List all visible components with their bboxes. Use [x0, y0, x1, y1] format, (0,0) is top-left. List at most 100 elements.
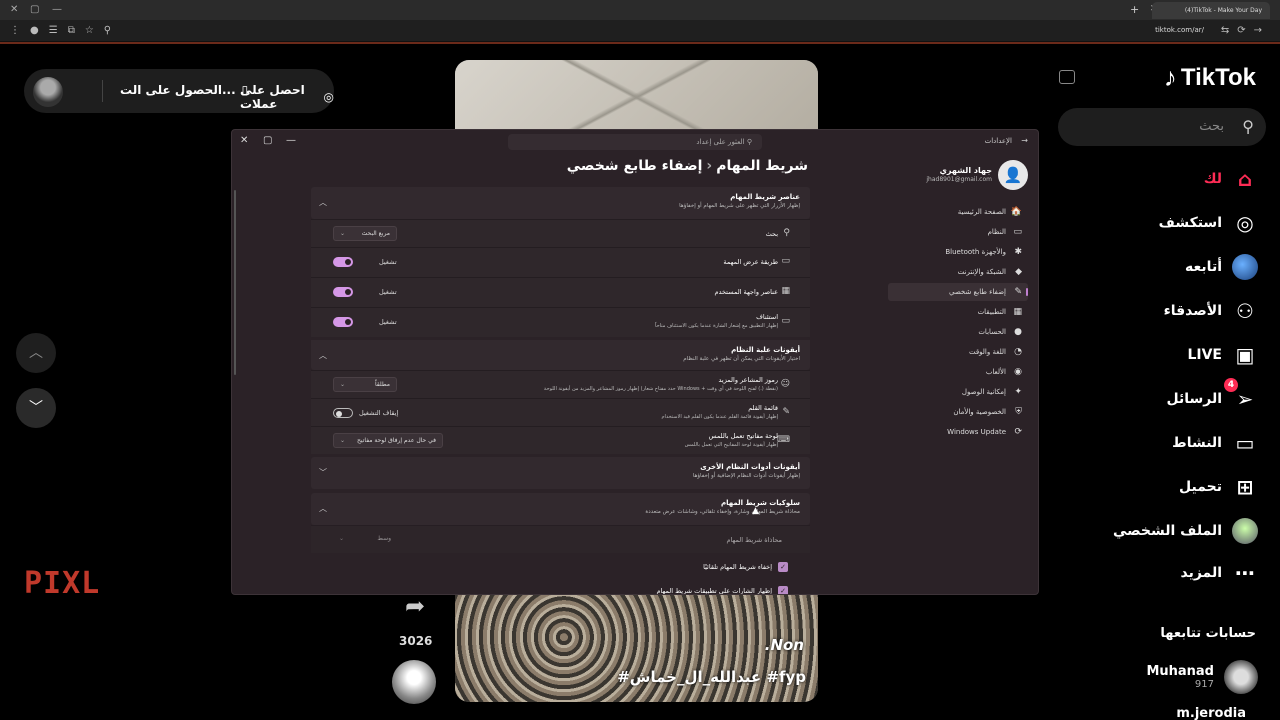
- setting-description: إظهار التطبيق مع إشعار الشارة عندما يكون…: [655, 323, 778, 329]
- search-input[interactable]: ⚲ بحث: [1058, 108, 1266, 146]
- settings-nav-system[interactable]: النظام ▭: [888, 223, 1028, 241]
- nav-live[interactable]: LIVE ▣: [1187, 340, 1258, 370]
- avatar[interactable]: [33, 77, 63, 107]
- navigation-icons[interactable]: ⇆⟳→: [1221, 25, 1270, 36]
- tiktok-logo[interactable]: ♪ TikTok: [1164, 62, 1256, 93]
- settings-nav-windows-update[interactable]: Windows Update ⟳: [888, 423, 1028, 441]
- nav-label: أتابعه: [1185, 259, 1222, 275]
- setting-label: محاذاة شريط المهام: [726, 536, 782, 544]
- get-app-button[interactable]: الحصول على الت... ▯: [120, 83, 248, 97]
- nav-upload[interactable]: تحميل ⊞: [1179, 472, 1258, 502]
- settings-nav-network[interactable]: الشبكة والإنترنت ◆: [888, 263, 1028, 281]
- settings-nav-bluetooth[interactable]: Bluetooth والأجهزة ✱: [888, 243, 1028, 261]
- touch-keyboard-row: ⌨ لوحة مفاتيح تعمل باللمس إظهار أيقونة ل…: [311, 426, 810, 454]
- nav-more[interactable]: المزيد ⋯: [1181, 558, 1259, 588]
- new-tab-button[interactable]: +: [1130, 3, 1139, 16]
- nav-profile[interactable]: الملف الشخصي: [1113, 516, 1258, 546]
- monitor-icon: ▭: [1013, 227, 1022, 237]
- settings-nav-gaming[interactable]: الألعاب ◉: [888, 363, 1028, 381]
- toggle-state: تشغيل: [379, 288, 397, 296]
- setting-label: قائمة القلم: [748, 404, 778, 412]
- section-subtitle: إظهار أيقونات أدوات النظام الإضافية أو إ…: [692, 473, 800, 479]
- settings-nav-accounts[interactable]: الحسابات ●: [888, 323, 1028, 341]
- settings-nav-personalization[interactable]: إضفاء طابع شخصي ✎: [888, 283, 1028, 301]
- close-icon[interactable]: ✕: [240, 135, 248, 146]
- collapse-sidebar-icon[interactable]: [1059, 70, 1075, 84]
- followed-account[interactable]: Muhanad 917: [1146, 660, 1258, 694]
- avatar: [1224, 660, 1258, 694]
- user-account[interactable]: 👤 جهاد الشهري jhad8901@gmail.com: [898, 160, 1028, 190]
- share-count: 3026: [399, 634, 433, 648]
- settings-nav-privacy[interactable]: الخصوصية والأمان ⛨: [888, 403, 1028, 421]
- chevron-up-icon[interactable]: ︿: [319, 350, 327, 361]
- auto-hide-checkbox[interactable]: ✓: [778, 562, 788, 572]
- window-maximize-button[interactable]: ▢: [30, 4, 39, 15]
- window-close-button[interactable]: ✕: [10, 4, 18, 15]
- compass-icon: ◎: [1236, 211, 1254, 235]
- task-view-toggle[interactable]: [333, 257, 353, 267]
- alignment-row: محاذاة شريط المهام ⌄ وسط: [311, 525, 810, 553]
- browser-tab[interactable]: (4)TikTok - Make Your Day: [1152, 2, 1270, 19]
- home-icon: 🏠: [1010, 207, 1022, 217]
- url-text[interactable]: tiktok.com/ar/: [1155, 26, 1204, 34]
- settings-nav-apps[interactable]: التطبيقات ▦: [888, 303, 1028, 321]
- widgets-toggle[interactable]: [333, 287, 353, 297]
- minimize-icon[interactable]: —: [286, 135, 296, 146]
- nav-label: إمكانية الوصول: [961, 388, 1006, 396]
- nav-for-you[interactable]: لك ⌂: [1204, 164, 1258, 194]
- badges-checkbox[interactable]: ✓: [778, 586, 788, 594]
- get-coins-button[interactable]: احصل على عملات ◎: [240, 83, 334, 111]
- keyboard-icon: ⌨: [777, 435, 790, 445]
- friends-icon: ⚇: [1236, 299, 1254, 323]
- next-video-button[interactable]: ﹀: [16, 388, 56, 428]
- section-subtitle: اختيار الأيقونات التي يمكن أن تظهر في عل…: [683, 356, 800, 362]
- nav-explore[interactable]: استكشف ◎: [1159, 208, 1258, 238]
- back-arrow-icon[interactable]: →: [1021, 136, 1028, 145]
- emoji-row: ☺ رموز المشاعر والمزيد إظهار رموز المشاع…: [311, 370, 810, 398]
- taskbar-behaviors-section[interactable]: ︿ سلوكيات شريط المهام محاذاة شريط المهام…: [311, 493, 810, 525]
- search-placeholder: العثور على إعداد: [696, 138, 745, 146]
- alignment-dropdown[interactable]: ⌄ وسط: [333, 532, 397, 547]
- settings-nav-time-language[interactable]: اللغة والوقت ◔: [888, 343, 1028, 361]
- profile-avatar: [1232, 518, 1258, 544]
- tray-icons-section[interactable]: ︿ أيقونات علبة النظام اختيار الأيقونات ا…: [311, 337, 810, 370]
- maximize-icon[interactable]: ▢: [263, 135, 272, 146]
- nav-following[interactable]: أتابعه: [1185, 252, 1258, 282]
- window-minimize-button[interactable]: —: [52, 4, 62, 15]
- emoji-dropdown[interactable]: ⌄ مطلقاً: [333, 377, 397, 392]
- settings-search-input[interactable]: العثور على إعداد ⚲: [508, 134, 762, 150]
- other-tray-icons-section[interactable]: ﹀ أيقونات أدوات النظام الأخرى إظهار أيقو…: [311, 457, 810, 489]
- chevron-up-icon[interactable]: ︿: [319, 503, 327, 514]
- pen-menu-toggle[interactable]: [333, 408, 353, 418]
- followed-account-name[interactable]: m.jerodia: [1176, 706, 1246, 720]
- touch-keyboard-dropdown[interactable]: ⌄ في حال عدم إرفاق لوحة مفاتيح: [333, 433, 443, 448]
- nav-label: LIVE: [1187, 347, 1222, 363]
- video-hashtags[interactable]: #عبدالله_ال_خماش #fyp: [617, 668, 806, 686]
- taskbar-items-section[interactable]: ︿ عناصر شريط المهام إظهار الأزرار التي ت…: [311, 187, 810, 219]
- breadcrumb-parent[interactable]: إضفاء طابع شخصي: [567, 158, 703, 174]
- update-icon: ⟳: [1014, 427, 1022, 437]
- search-mode-dropdown[interactable]: ⌄ مربع البحث: [333, 226, 397, 241]
- breadcrumb-current: شريط المهام: [716, 158, 808, 174]
- share-icon[interactable]: ➦: [400, 592, 430, 620]
- search-setting-row: ⚲ بحث ⌄ مربع البحث: [311, 219, 810, 247]
- nav-activity[interactable]: النشاط ▭: [1172, 428, 1258, 458]
- toolbar-icons[interactable]: ⋮●☰⧉☆⚲: [10, 25, 121, 36]
- nav-label: إضفاء طابع شخصي: [949, 288, 1006, 296]
- dropdown-value: في حال عدم إرفاق لوحة مفاتيح: [357, 437, 436, 444]
- section-title: أيقونات علبة النظام: [731, 346, 800, 354]
- settings-nav-accessibility[interactable]: إمكانية الوصول ✦: [888, 383, 1028, 401]
- nav-messages[interactable]: الرسائل ➢ 4: [1166, 378, 1258, 414]
- scrollbar[interactable]: [234, 190, 236, 375]
- previous-video-button[interactable]: ︿: [16, 333, 56, 373]
- creator-avatar[interactable]: [392, 660, 436, 704]
- dropdown-value: مطلقاً: [375, 381, 390, 388]
- chevron-up-icon[interactable]: ︿: [319, 197, 327, 208]
- settings-nav-home[interactable]: الصفحة الرئيسية 🏠: [888, 203, 1028, 221]
- resume-toggle[interactable]: [333, 317, 353, 327]
- more-icon: ⋯: [1235, 561, 1255, 585]
- search-icon[interactable]: ⚲: [1242, 117, 1254, 136]
- chevron-down-icon[interactable]: ﹀: [319, 467, 327, 478]
- nav-friends[interactable]: الأصدقاء ⚇: [1164, 296, 1258, 326]
- account-handle: 917: [1194, 679, 1214, 690]
